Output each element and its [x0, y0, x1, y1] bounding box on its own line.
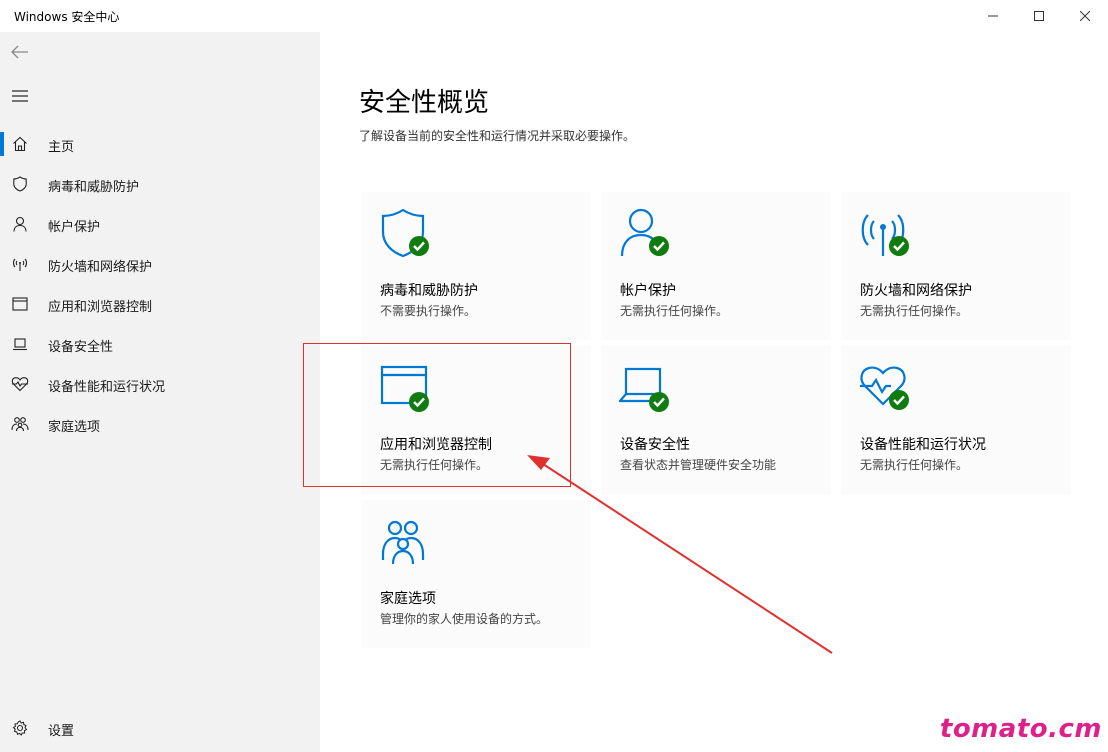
tile-device-health[interactable]: 设备性能和运行状况 无需执行任何操作。 [841, 346, 1071, 494]
tile-title: 设备性能和运行状况 [860, 437, 986, 453]
sidebar-item-label: 设备安全性 [48, 340, 114, 355]
sidebar-item-label: 设备性能和运行状况 [48, 380, 166, 395]
sidebar-item-label: 家庭选项 [48, 420, 101, 435]
sidebar-item-account-protection[interactable]: 帐户保护 [0, 204, 320, 244]
home-icon [11, 135, 29, 153]
sidebar-nav: 主页 病毒和威胁防护 帐户保护 防火墙和网络保护 应用和浏览器控制 设备安全性 … [0, 124, 320, 444]
person-check-icon [620, 208, 669, 257]
back-button[interactable] [8, 40, 32, 64]
sidebar-item-device-security[interactable]: 设备安全性 [0, 324, 320, 364]
person-icon [11, 215, 29, 233]
close-button[interactable] [1062, 0, 1108, 32]
tile-title: 病毒和威胁防护 [380, 283, 478, 299]
sidebar-item-home[interactable]: 主页 [0, 124, 320, 164]
sidebar-item-label: 应用和浏览器控制 [48, 300, 153, 315]
tile-device-security[interactable]: 设备安全性 查看状态并管理硬件安全功能 [601, 346, 831, 494]
tile-desc: 管理你的家人使用设备的方式。 [380, 612, 549, 626]
main-content: 安全性概览 了解设备当前的安全性和运行情况并采取必要操作。 病毒和威胁防护 不需… [320, 32, 1108, 752]
sidebar-item-device-health[interactable]: 设备性能和运行状况 [0, 364, 320, 404]
sidebar-item-label: 主页 [48, 140, 75, 155]
tile-title: 设备安全性 [620, 437, 690, 453]
laptop-check-icon [619, 367, 669, 412]
tile-desc: 无需执行任何操作。 [620, 304, 729, 318]
sidebar-item-label: 帐户保护 [48, 220, 101, 235]
back-arrow-icon [11, 45, 28, 59]
tile-title: 防火墙和网络保护 [860, 283, 972, 299]
tile-desc: 无需执行任何操作。 [860, 458, 969, 472]
shield-check-icon [381, 208, 429, 258]
tile-family-options[interactable]: 家庭选项 管理你的家人使用设备的方式。 [361, 500, 591, 648]
minimize-icon [988, 15, 998, 17]
maximize-icon [1034, 11, 1044, 21]
sidebar-item-firewall[interactable]: 防火墙和网络保护 [0, 244, 320, 284]
window-controls [970, 0, 1108, 32]
antenna-check-icon [861, 214, 909, 256]
browser-window-icon [11, 295, 29, 313]
tile-app-browser-control[interactable]: 应用和浏览器控制 无需执行任何操作。 [361, 346, 591, 494]
tile-firewall[interactable]: 防火墙和网络保护 无需执行任何操作。 [841, 192, 1071, 340]
tile-desc: 不需要执行操作。 [380, 304, 477, 318]
settings-label: 设置 [48, 724, 75, 739]
heart-pulse-icon [11, 375, 29, 393]
sidebar-item-settings[interactable]: 设置 [0, 708, 320, 748]
gear-icon [11, 719, 29, 737]
wifi-antenna-icon [11, 255, 29, 273]
tile-title: 家庭选项 [380, 591, 436, 607]
page-title: 安全性概览 [359, 88, 490, 118]
title-bar: Windows 安全中心 [0, 0, 1108, 32]
tile-virus-protection[interactable]: 病毒和威胁防护 不需要执行操作。 [361, 192, 591, 340]
sidebar-item-app-browser[interactable]: 应用和浏览器控制 [0, 284, 320, 324]
tile-desc: 无需执行任何操作。 [380, 458, 489, 472]
tile-title: 帐户保护 [620, 283, 676, 299]
sidebar-item-label: 防火墙和网络保护 [48, 260, 153, 275]
heart-check-icon [860, 366, 909, 410]
sidebar-item-label: 病毒和威胁防护 [48, 180, 140, 195]
shield-icon [11, 175, 29, 193]
sidebar-item-family-options[interactable]: 家庭选项 [0, 404, 320, 444]
tile-desc: 无需执行任何操作。 [860, 304, 969, 318]
window-title: Windows 安全中心 [14, 10, 120, 24]
hamburger-icon [12, 90, 28, 102]
watermark: tomato.cm [939, 714, 1102, 744]
sidebar: 主页 病毒和威胁防护 帐户保护 防火墙和网络保护 应用和浏览器控制 设备安全性 … [0, 32, 320, 752]
family-icon [381, 520, 425, 565]
sidebar-item-virus-protection[interactable]: 病毒和威胁防护 [0, 164, 320, 204]
tile-title: 应用和浏览器控制 [380, 437, 492, 453]
family-icon [11, 415, 29, 433]
windows-security-window: Windows 安全中心 主页 病毒和威胁防护 帐户保护 防火墙和网络保护 应用… [0, 0, 1108, 752]
page-subtitle: 了解设备当前的安全性和运行情况并采取必要操作。 [359, 129, 636, 143]
minimize-button[interactable] [970, 0, 1016, 32]
close-icon [1080, 11, 1090, 21]
maximize-button[interactable] [1016, 0, 1062, 32]
tile-account-protection[interactable]: 帐户保护 无需执行任何操作。 [601, 192, 831, 340]
tile-desc: 查看状态并管理硬件安全功能 [620, 458, 777, 472]
menu-button[interactable] [8, 84, 32, 108]
laptop-icon [11, 335, 29, 353]
browser-check-icon [380, 365, 429, 412]
